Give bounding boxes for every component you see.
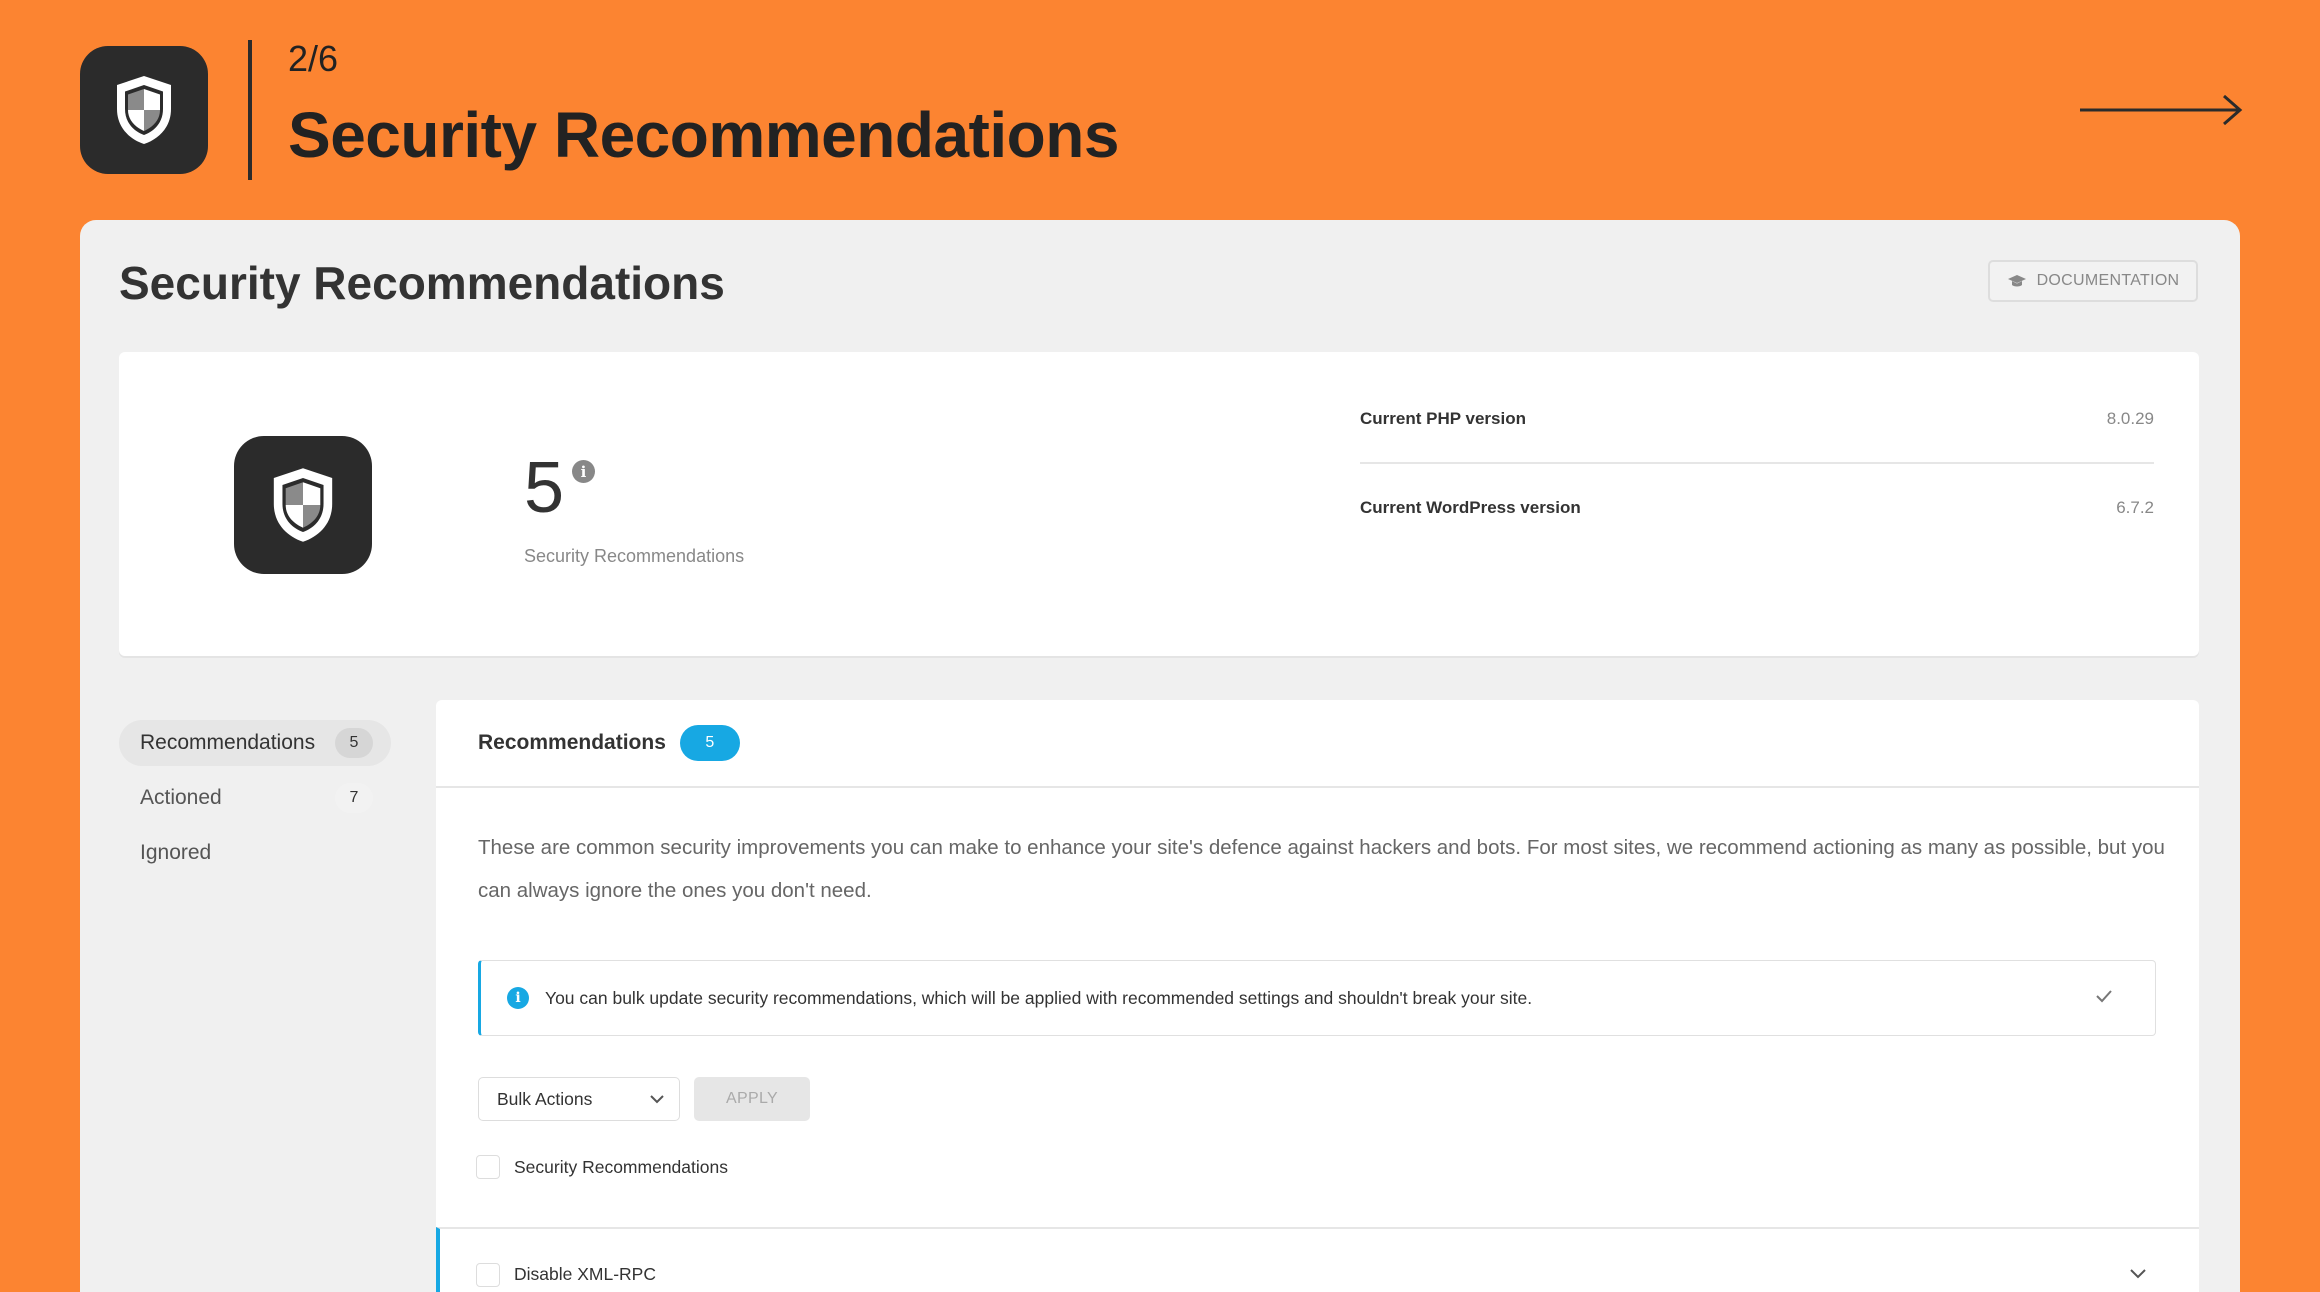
documentation-label: DOCUMENTATION [2036, 272, 2180, 289]
step-indicator: 2/6 [288, 38, 339, 79]
recommendation-count: 5 i [524, 448, 595, 528]
recommendations-box: Recommendations 5 These are common secur… [436, 700, 2199, 1292]
select-all-checkbox[interactable] [476, 1155, 500, 1179]
description: These are common security improvements y… [478, 836, 2165, 902]
next-button[interactable] [2080, 92, 2244, 128]
list-item[interactable]: Disable XML-RPC [436, 1227, 2199, 1292]
wordpress-version-value: 6.7.2 [2116, 498, 2154, 517]
php-version-row: Current PHP version 8.0.29 [1360, 376, 2154, 464]
banner-title: Security Recommendations [288, 99, 1119, 171]
count-badge: 5 [679, 725, 740, 761]
sidebar-item-label: Ignored [140, 841, 212, 864]
info-icon: i [507, 987, 529, 1009]
bulk-actions-select[interactable]: Bulk Actions [478, 1077, 680, 1121]
shield-icon [273, 468, 333, 542]
wordpress-version-row: Current WordPress version 6.7.2 [1360, 464, 2154, 552]
info-icon[interactable]: i [572, 460, 595, 483]
apply-button[interactable]: APPLY [694, 1077, 810, 1121]
bulk-update-notice: i You can bulk update security recommend… [478, 960, 2156, 1036]
php-version-value: 8.0.29 [2106, 409, 2154, 428]
sidebar-item-label: Recommendations [140, 731, 316, 754]
dismiss-notice-button[interactable] [2095, 989, 2113, 1008]
bulk-actions-value: Bulk Actions [497, 1088, 593, 1109]
page-title: Security Recommendations [119, 257, 725, 309]
wordpress-version-label: Current WordPress version [1360, 498, 1581, 517]
sidebar-item-actioned[interactable]: Actioned 7 [119, 775, 391, 821]
row-label: Disable XML-RPC [514, 1264, 656, 1284]
sidebar-item-count: 7 [335, 783, 373, 813]
main-panel: Security Recommendations DOCUMENTATION 5… [80, 220, 2240, 1292]
sidebar: Recommendations 5 Actioned 7 Ignored [119, 720, 391, 885]
notice-text: You can bulk update security recommendat… [545, 987, 1533, 1008]
count-label: Security Recommendations [524, 546, 745, 566]
chevron-down-icon [650, 1095, 664, 1104]
select-all-label: Security Recommendations [514, 1156, 728, 1177]
row-checkbox[interactable] [476, 1262, 500, 1287]
php-version-label: Current PHP version [1360, 409, 1526, 428]
graduation-cap-icon [2007, 275, 2026, 287]
banner-divider [248, 40, 252, 180]
summary-card: 5 i Security Recommendations Current PHP… [119, 352, 2199, 656]
box-title: Recommendations [478, 731, 666, 754]
chevron-down-icon [2130, 1269, 2146, 1279]
box-header: Recommendations 5 [436, 700, 2199, 788]
sidebar-item-recommendations[interactable]: Recommendations 5 [119, 720, 391, 766]
expand-button[interactable] [2129, 1263, 2147, 1284]
check-icon [2096, 990, 2112, 1003]
summary-logo [234, 436, 372, 574]
select-all-row: Security Recommendations [476, 1155, 728, 1179]
sidebar-item-label: Actioned [140, 786, 222, 809]
sidebar-item-ignored[interactable]: Ignored [119, 830, 391, 876]
count-value: 5 [524, 448, 565, 528]
banner-logo [80, 46, 208, 174]
shield-icon [117, 76, 171, 144]
documentation-button[interactable]: DOCUMENTATION [1988, 260, 2198, 302]
arrow-right-icon [2080, 94, 2243, 126]
sidebar-item-count: 5 [335, 728, 373, 758]
